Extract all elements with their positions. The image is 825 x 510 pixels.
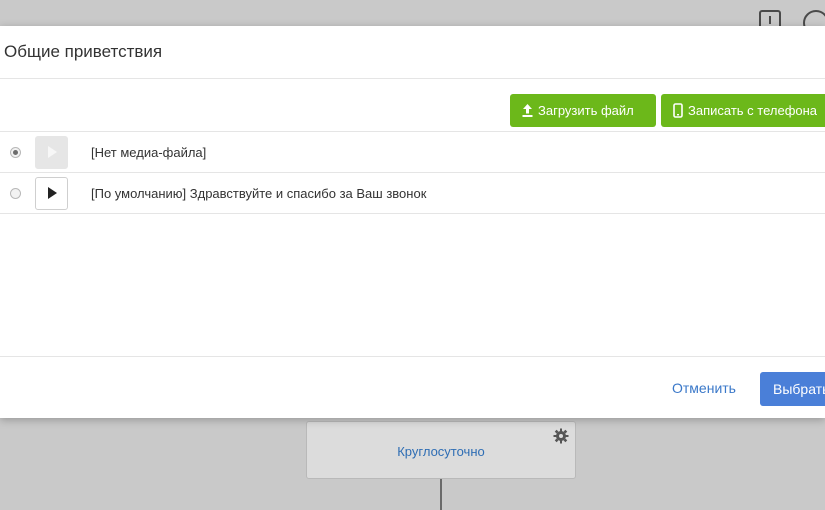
media-radio-selected[interactable] — [10, 146, 21, 158]
modal-footer: Отменить Выбрать — [0, 356, 825, 419]
cancel-button[interactable]: Отменить — [672, 375, 736, 401]
phone-icon — [673, 103, 683, 118]
upload-icon — [522, 104, 533, 117]
play-button[interactable] — [35, 176, 68, 210]
schedule-node-label: Круглосуточно — [397, 444, 485, 459]
media-list-item[interactable]: [По умолчанию] Здравствуйте и спасибо за… — [0, 173, 825, 214]
media-item-label: [Нет медиа-файла] — [91, 144, 207, 160]
play-icon — [47, 146, 57, 158]
schedule-node[interactable]: Круглосуточно — [306, 421, 576, 479]
upload-file-label: Загрузить файл — [538, 103, 634, 118]
media-list-item[interactable]: [Нет медиа-файла] — [0, 132, 825, 173]
play-icon — [47, 187, 57, 199]
node-settings-icon[interactable] — [553, 428, 569, 444]
connector-line — [440, 479, 442, 510]
modal-header: Общие приветствия — [0, 26, 825, 79]
greetings-modal: Общие приветствия Загрузить файл Записат… — [0, 26, 825, 418]
play-button-disabled — [35, 135, 68, 169]
record-from-phone-button[interactable]: Записать с телефона — [661, 94, 825, 127]
record-from-phone-label: Записать с телефона — [688, 103, 818, 118]
select-button[interactable]: Выбрать — [760, 372, 825, 406]
media-item-label: [По умолчанию] Здравствуйте и спасибо за… — [91, 185, 427, 201]
upload-file-button[interactable]: Загрузить файл — [510, 94, 656, 127]
media-radio[interactable] — [10, 187, 21, 199]
modal-toolbar: Загрузить файл Записать с телефона — [0, 79, 825, 132]
modal-title: Общие приветствия — [4, 42, 163, 61]
